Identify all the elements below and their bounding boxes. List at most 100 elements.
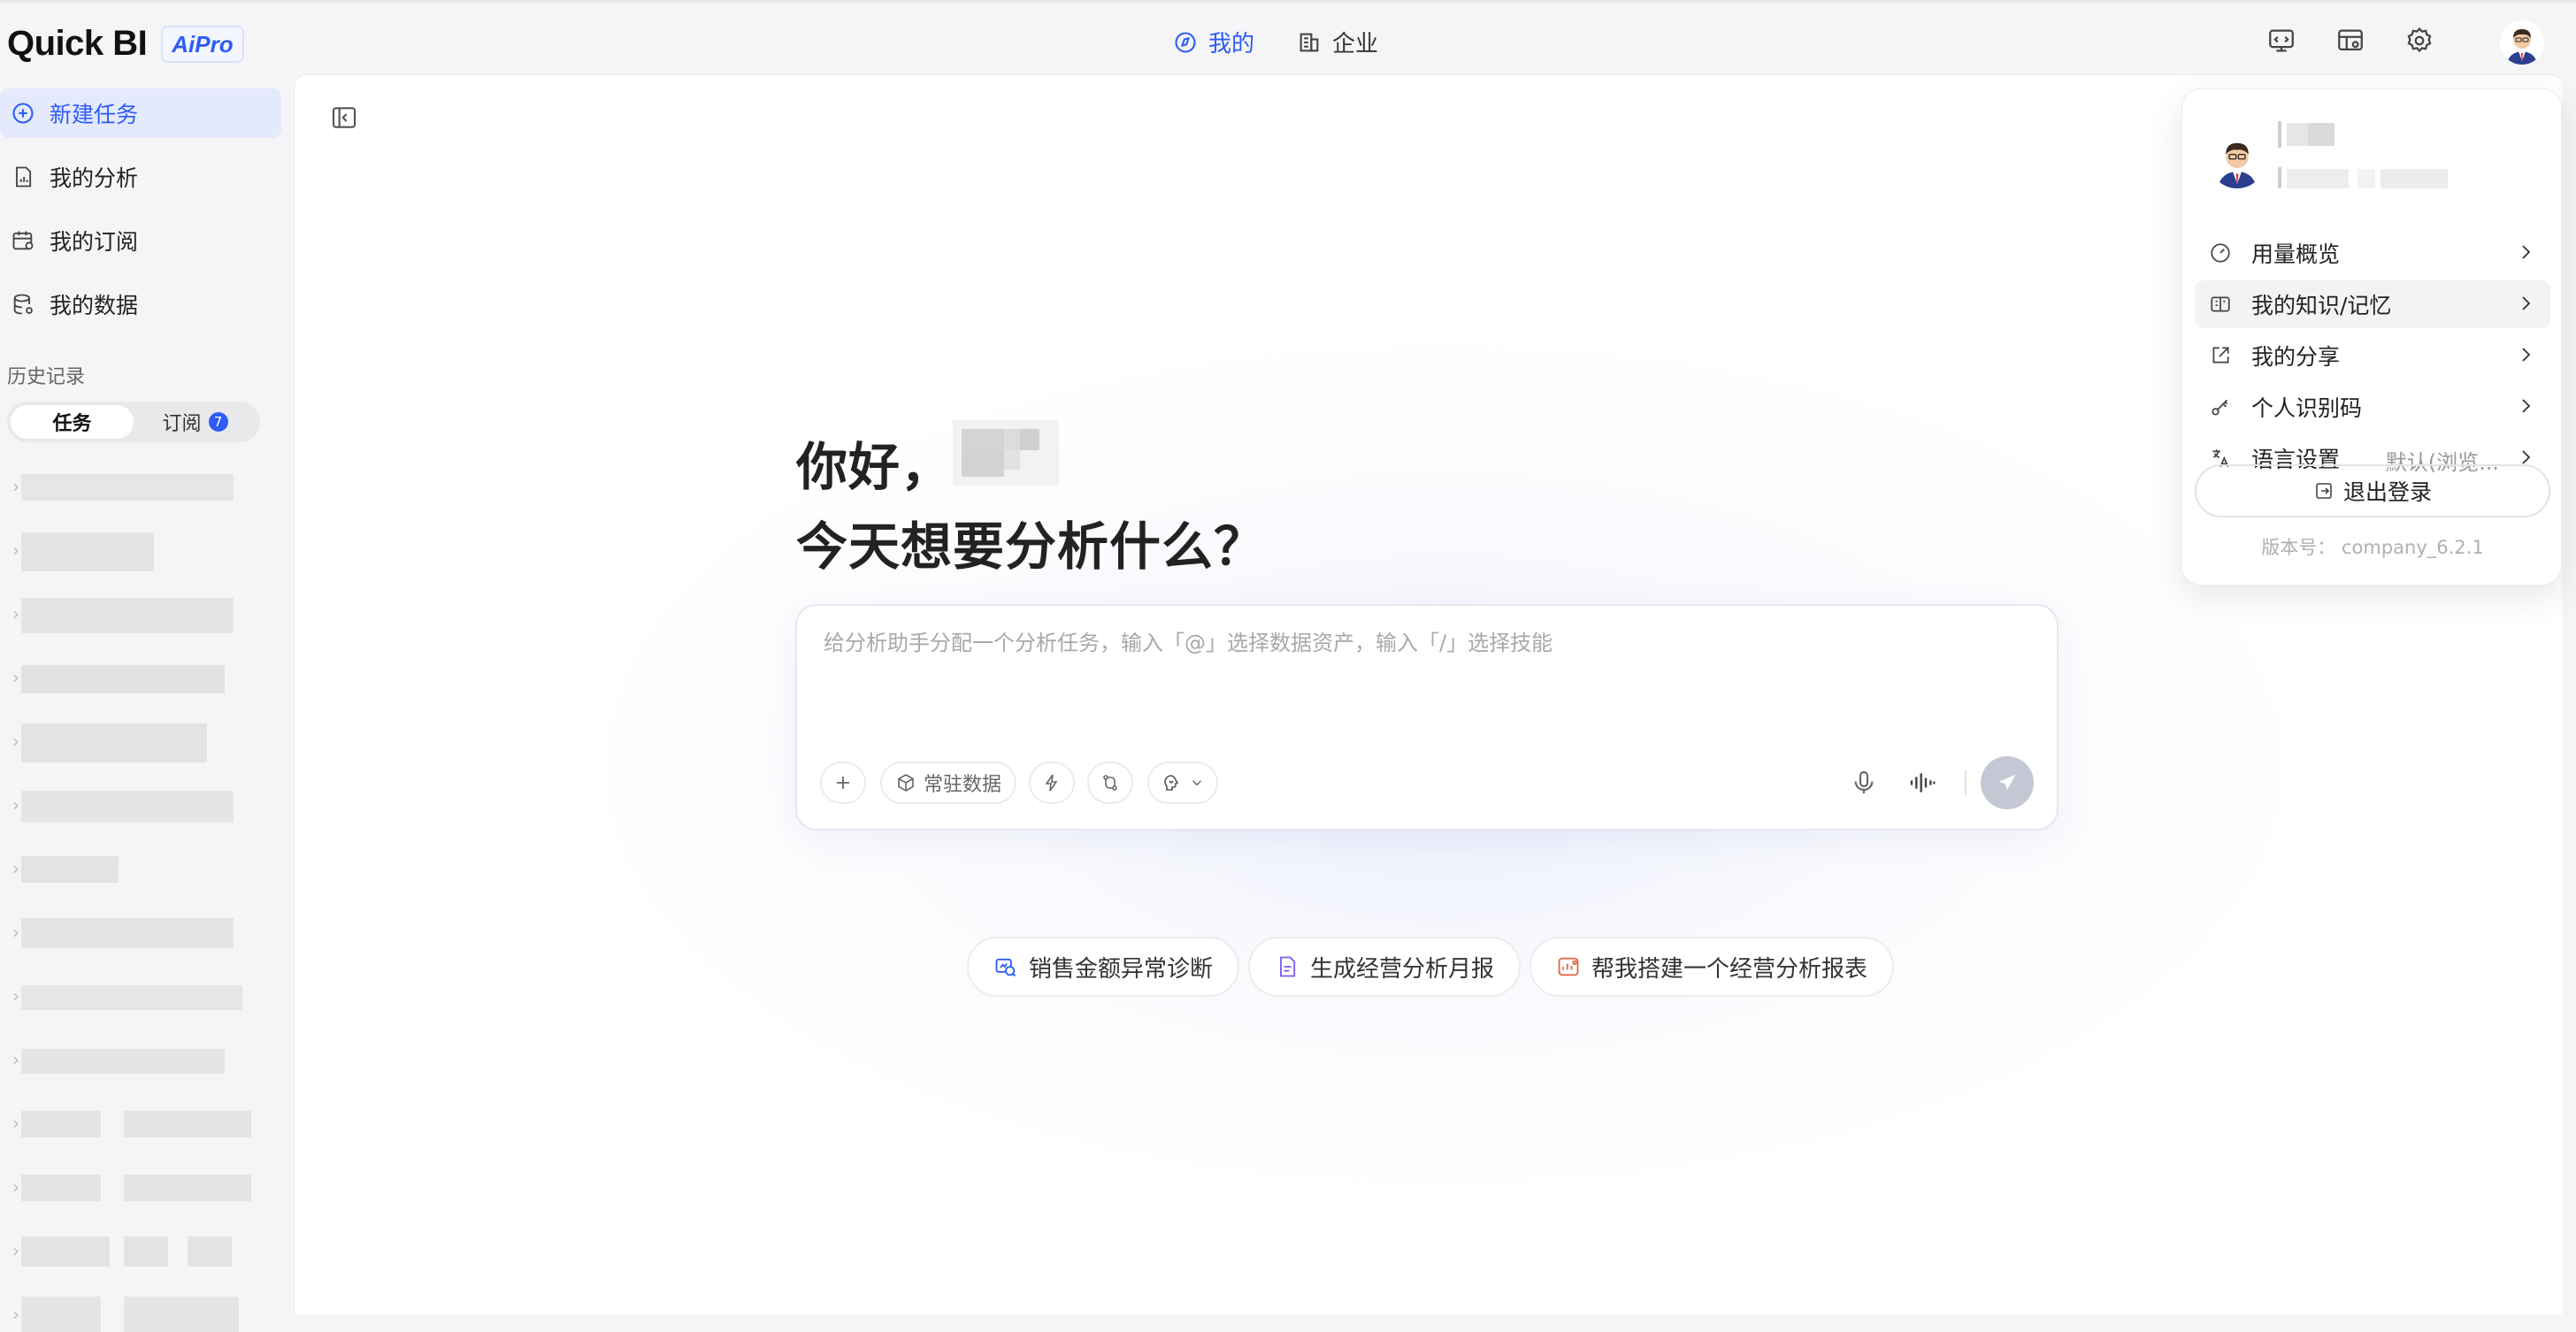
suggestion-monthly-report[interactable]: 生成经营分析月报: [1248, 937, 1522, 997]
question-heading: 今天想要分析什么？: [796, 517, 1267, 577]
redacted-text: [124, 1175, 251, 1201]
voice-wave-icon[interactable]: [1908, 769, 1936, 797]
redacted-email: [2278, 167, 2448, 188]
chevron-right-icon: [2522, 399, 2531, 413]
tab-enterprise-label: 企业: [1332, 31, 1379, 57]
segment-subscriptions[interactable]: 订阅 7: [134, 405, 257, 439]
history-item[interactable]: ›: [12, 469, 251, 504]
brain-icon: [1164, 775, 1179, 791]
chevron-icon: ›: [12, 985, 19, 1007]
logo-badge: AiPro: [161, 25, 244, 63]
history-item[interactable]: ›: [12, 1042, 251, 1077]
building-icon: [1300, 33, 1319, 51]
chevron-icon: ›: [12, 540, 19, 561]
logout-icon: [2316, 483, 2332, 499]
suggestion-label: 生成经营分析月报: [1310, 955, 1495, 983]
compass-icon: [1175, 31, 1196, 53]
suggestion-build-report[interactable]: 帮我搭建一个经营分析报表: [1530, 937, 1895, 997]
redacted-text: [124, 1236, 168, 1267]
sidebar-item-my-data[interactable]: 我的数据: [0, 279, 281, 329]
suggestion-label: 帮我搭建一个经营分析报表: [1591, 955, 1868, 983]
task-input[interactable]: [822, 624, 2025, 703]
dashboard-build-icon: [1558, 957, 1579, 976]
logout-label: 退出登录: [2342, 479, 2432, 505]
diagnose-icon: [995, 958, 1016, 977]
menu-item-usage[interactable]: 用量概览: [2195, 229, 2550, 277]
chevron-down-icon: [1192, 780, 1201, 786]
resident-data-button[interactable]: 常驻数据: [880, 762, 1016, 804]
task-composer: 常驻数据: [795, 604, 2058, 831]
redacted-text: [21, 1049, 225, 1074]
sidebar-item-my-subscription[interactable]: 我的订阅: [0, 216, 281, 265]
sidebar: 新建任务 我的分析 我的订阅 我的数据 历史记录 任务 订阅 7 › › › ›…: [0, 80, 292, 1332]
app-logo[interactable]: Quick BI AiPro: [7, 24, 244, 64]
menu-item-knowledge[interactable]: 我的知识/记忆: [2195, 280, 2550, 328]
history-item[interactable]: ›: [12, 851, 251, 886]
logout-button[interactable]: 退出登录: [2195, 464, 2550, 517]
history-segment-control: 任务 订阅 7: [7, 402, 260, 442]
redacted-text: [21, 1175, 101, 1201]
menu-item-label: 用量概览: [2251, 241, 2341, 267]
segment-tasks[interactable]: 任务: [11, 405, 134, 439]
history-item[interactable]: ›: [12, 1233, 251, 1268]
calendar-icon: [12, 231, 34, 250]
sidebar-item-label: 我的订阅: [50, 229, 139, 255]
user-avatar[interactable]: [2500, 20, 2544, 65]
avatar-illustration: [2500, 20, 2544, 65]
chevron-icon: ›: [12, 1049, 19, 1070]
redacted-text: [124, 1297, 239, 1332]
segment-label: 订阅: [162, 413, 202, 435]
sidebar-item-label: 我的分析: [50, 165, 139, 191]
history-item[interactable]: ›: [12, 723, 251, 762]
redacted-text: [21, 723, 207, 762]
suggestion-sales-diagnosis[interactable]: 销售金额异常诊断: [967, 937, 1240, 997]
table-settings-icon[interactable]: [2335, 26, 2365, 56]
quick-action-button[interactable]: [1029, 762, 1075, 804]
sidebar-collapse-icon[interactable]: [330, 103, 358, 132]
menu-item-personal-code[interactable]: 个人识别码: [2195, 383, 2550, 431]
model-select-button[interactable]: [1147, 762, 1218, 804]
history-item[interactable]: ›: [12, 1169, 251, 1205]
redacted-text: [21, 598, 234, 633]
suggestion-label: 销售金额异常诊断: [1029, 955, 1214, 983]
sidebar-item-my-analysis[interactable]: 我的分析: [0, 152, 281, 202]
chevron-icon: ›: [12, 731, 19, 752]
history-item[interactable]: ›: [12, 596, 251, 633]
user-menu-popover: 用量概览 我的知识/记忆 我的分享 个人识别码 语言设置 默认(浏览... 退出…: [2181, 88, 2562, 586]
lightning-icon: [1045, 774, 1058, 792]
gear-icon[interactable]: [2404, 26, 2434, 56]
redacted-text: [21, 1111, 101, 1137]
redacted-username: [953, 420, 1059, 486]
tab-enterprise[interactable]: 企业: [1297, 26, 1378, 58]
count-badge: 7: [208, 412, 228, 432]
sidebar-item-new-task[interactable]: 新建任务: [0, 88, 281, 138]
code-window-icon[interactable]: [2266, 26, 2296, 56]
history-item[interactable]: ›: [12, 787, 251, 823]
chevron-icon: ›: [12, 794, 19, 815]
add-attachment-button[interactable]: [820, 762, 866, 804]
chevron-icon: ›: [12, 603, 19, 624]
avatar-illustration: [2209, 132, 2266, 188]
history-item[interactable]: ›: [12, 532, 251, 571]
segment-label: 任务: [52, 413, 92, 435]
tab-mine[interactable]: 我的: [1173, 26, 1254, 58]
redacted-text: [21, 856, 119, 883]
popover-avatar: [2209, 132, 2266, 188]
redacted-text: [21, 474, 234, 501]
send-icon: [1998, 774, 2016, 791]
history-item[interactable]: ›: [12, 1106, 251, 1141]
history-item[interactable]: ›: [12, 660, 251, 695]
resident-data-label: 常驻数据: [923, 774, 1001, 796]
gauge-icon: [2211, 243, 2230, 263]
send-button[interactable]: [1981, 756, 2034, 809]
redacted-text: [21, 532, 154, 571]
menu-item-label: 个人识别码: [2251, 395, 2363, 421]
menu-item-share[interactable]: 我的分享: [2195, 332, 2550, 379]
history-item[interactable]: ›: [12, 1297, 251, 1332]
microphone-icon[interactable]: [1850, 769, 1878, 797]
chevron-icon: ›: [12, 1240, 19, 1261]
workflow-button[interactable]: [1087, 762, 1133, 804]
chevron-right-icon: [2522, 245, 2531, 259]
history-item[interactable]: ›: [12, 915, 251, 950]
history-item[interactable]: ›: [12, 978, 251, 1014]
